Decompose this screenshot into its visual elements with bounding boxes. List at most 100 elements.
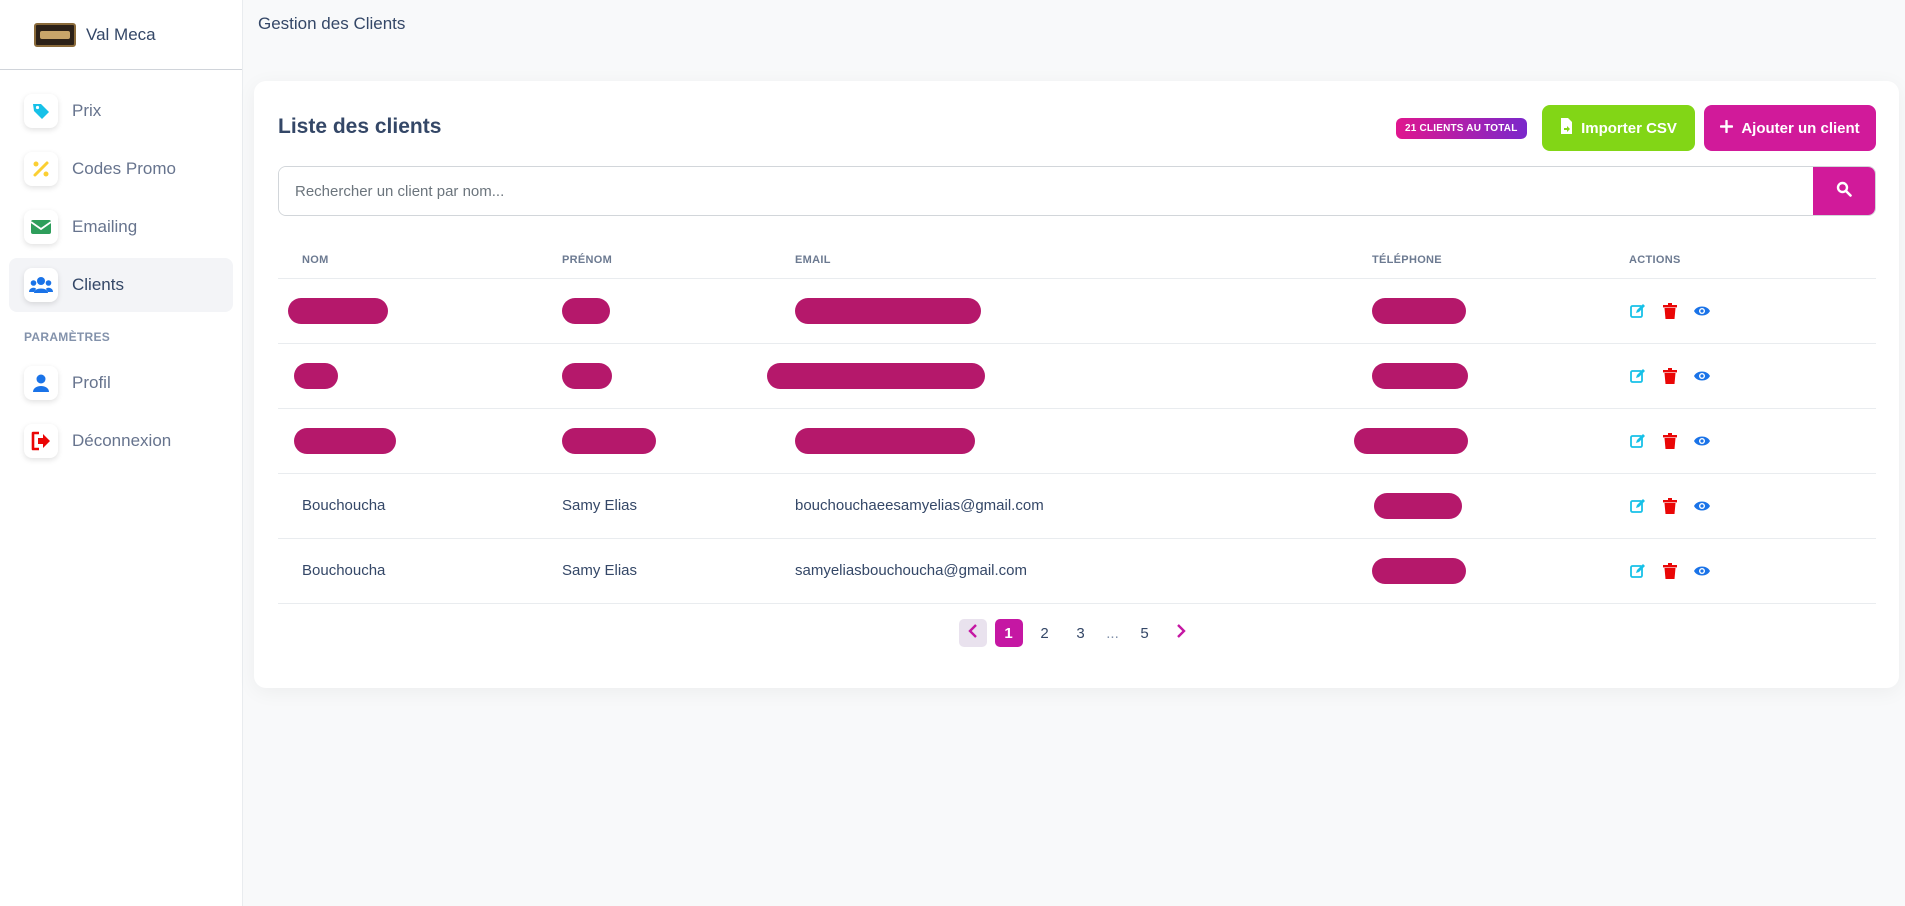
cell-prenom: Samy Elias bbox=[562, 538, 795, 604]
redaction-mark bbox=[562, 427, 656, 454]
sidebar-item-label: Emailing bbox=[72, 217, 138, 236]
pagination-page-1[interactable]: 1 bbox=[994, 619, 1023, 647]
cell-actions bbox=[1629, 538, 1876, 604]
sidebar-item-profil[interactable]: Profil bbox=[9, 356, 233, 410]
brand[interactable]: Val Meca bbox=[0, 0, 242, 70]
table-row: Bouchoucha Samy Elias samyeliasbouchouch… bbox=[278, 538, 1876, 604]
cell-telephone bbox=[1372, 473, 1629, 539]
file-import-icon bbox=[1560, 118, 1573, 138]
sidebar-item-emailing[interactable]: Emailing bbox=[9, 200, 233, 254]
clients-card: Liste des clients 21 CLIENTS AU TOTAL Im… bbox=[254, 81, 1899, 688]
sidebar-nav: Prix Codes Promo Emailing Clients PARAMÈ… bbox=[0, 70, 242, 468]
sidebar-item-clients[interactable]: Clients bbox=[9, 258, 233, 312]
redaction-mark bbox=[1372, 297, 1466, 324]
table-header-row: NOM PRÉNOM EMAIL TÉLÉPHONE ACTIONS bbox=[278, 243, 1876, 279]
page-title: Gestion des Clients bbox=[258, 14, 406, 33]
sidebar-item-label: Clients bbox=[72, 275, 124, 294]
sidebar: Val Meca Prix Codes Promo Emailing Clien… bbox=[0, 0, 243, 906]
redaction-mark bbox=[294, 362, 338, 389]
edit-icon[interactable] bbox=[1629, 302, 1647, 320]
add-client-label: Ajouter un client bbox=[1741, 119, 1860, 137]
redaction-mark bbox=[1354, 427, 1468, 454]
redaction-mark bbox=[562, 297, 610, 324]
redaction-mark bbox=[795, 297, 981, 324]
cell-actions bbox=[1629, 343, 1876, 409]
column-header-telephone: TÉLÉPHONE bbox=[1372, 243, 1629, 279]
search-button[interactable] bbox=[1813, 167, 1875, 215]
logout-icon bbox=[24, 424, 58, 458]
cell-email bbox=[795, 278, 1372, 344]
add-client-button[interactable]: Ajouter un client bbox=[1704, 105, 1876, 151]
pagination-page-5[interactable]: 5 bbox=[1131, 619, 1159, 647]
view-icon[interactable] bbox=[1693, 302, 1711, 320]
column-header-prenom: PRÉNOM bbox=[562, 243, 795, 279]
pagination: 1 2 3 ... 5 bbox=[254, 619, 1899, 647]
pagination-page-2[interactable]: 2 bbox=[1031, 619, 1059, 647]
view-icon[interactable] bbox=[1693, 497, 1711, 515]
cell-prenom bbox=[562, 278, 795, 344]
redaction-mark bbox=[1372, 557, 1466, 584]
chevron-right-icon bbox=[1176, 624, 1186, 642]
search-bar bbox=[278, 166, 1876, 216]
cell-telephone bbox=[1372, 538, 1629, 604]
brand-logo bbox=[34, 22, 76, 47]
redaction-mark bbox=[1374, 492, 1462, 519]
column-header-actions: ACTIONS bbox=[1629, 243, 1876, 279]
sidebar-item-prix[interactable]: Prix bbox=[9, 84, 233, 138]
table-row: Bouchoucha Samy Elias bouchouchaeesamyel… bbox=[278, 473, 1876, 539]
delete-icon[interactable] bbox=[1661, 497, 1679, 515]
cell-prenom: Samy Elias bbox=[562, 473, 795, 539]
cell-email bbox=[795, 408, 1372, 474]
cell-nom: Bouchoucha bbox=[278, 538, 562, 604]
user-icon bbox=[24, 366, 58, 400]
pagination-ellipsis: ... bbox=[1106, 624, 1119, 642]
pagination-prev-button[interactable] bbox=[958, 619, 987, 647]
edit-icon[interactable] bbox=[1629, 497, 1647, 515]
cell-nom bbox=[278, 408, 562, 474]
table-row bbox=[278, 278, 1876, 344]
edit-icon[interactable] bbox=[1629, 367, 1647, 385]
column-header-email: EMAIL bbox=[795, 243, 1372, 279]
sidebar-item-deconnexion[interactable]: Déconnexion bbox=[9, 414, 233, 468]
redaction-mark bbox=[795, 427, 975, 454]
envelope-icon bbox=[24, 210, 58, 244]
sidebar-item-label: Déconnexion bbox=[72, 431, 172, 450]
import-csv-button[interactable]: Importer CSV bbox=[1542, 105, 1695, 151]
cell-email: samyeliasbouchoucha@gmail.com bbox=[795, 538, 1372, 604]
cell-prenom bbox=[562, 343, 795, 409]
users-icon bbox=[24, 268, 58, 302]
table-row bbox=[278, 343, 1876, 409]
delete-icon[interactable] bbox=[1661, 562, 1679, 580]
sidebar-item-label: Codes Promo bbox=[72, 159, 176, 178]
delete-icon[interactable] bbox=[1661, 302, 1679, 320]
redaction-mark bbox=[288, 297, 388, 324]
cell-actions bbox=[1629, 278, 1876, 344]
view-icon[interactable] bbox=[1693, 432, 1711, 450]
view-icon[interactable] bbox=[1693, 367, 1711, 385]
cell-nom: Bouchoucha bbox=[278, 473, 562, 539]
card-title: Liste des clients bbox=[278, 115, 442, 138]
sidebar-item-codes-promo[interactable]: Codes Promo bbox=[9, 142, 233, 196]
percent-icon bbox=[24, 152, 58, 186]
settings-section-label: PARAMÈTRES bbox=[24, 330, 111, 344]
delete-icon[interactable] bbox=[1661, 367, 1679, 385]
cell-prenom bbox=[562, 408, 795, 474]
cell-actions bbox=[1629, 408, 1876, 474]
cell-actions bbox=[1629, 473, 1876, 539]
total-clients-badge: 21 CLIENTS AU TOTAL bbox=[1396, 118, 1527, 139]
brand-name: Val Meca bbox=[86, 24, 156, 44]
cell-nom bbox=[278, 278, 562, 344]
pagination-next-button[interactable] bbox=[1167, 619, 1195, 647]
pagination-page-3[interactable]: 3 bbox=[1067, 619, 1095, 647]
delete-icon[interactable] bbox=[1661, 432, 1679, 450]
search-icon bbox=[1836, 181, 1852, 202]
edit-icon[interactable] bbox=[1629, 562, 1647, 580]
tag-icon bbox=[24, 94, 58, 128]
redaction-mark bbox=[767, 362, 985, 389]
import-csv-label: Importer CSV bbox=[1581, 119, 1677, 137]
redaction-mark bbox=[1372, 362, 1468, 389]
view-icon[interactable] bbox=[1693, 562, 1711, 580]
search-input[interactable] bbox=[279, 167, 1813, 215]
edit-icon[interactable] bbox=[1629, 432, 1647, 450]
column-header-nom: NOM bbox=[278, 243, 562, 279]
